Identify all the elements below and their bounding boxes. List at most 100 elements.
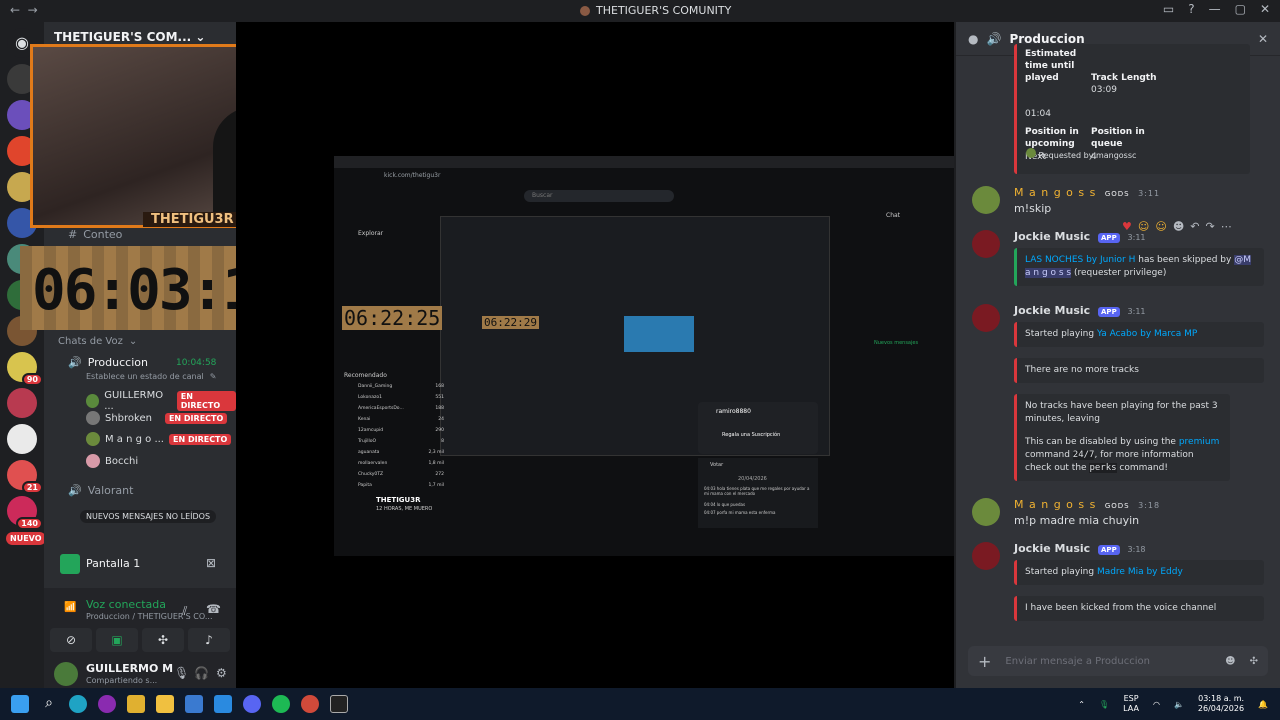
reply-icon[interactable]: ↶ [1190, 220, 1199, 233]
server-icon[interactable] [7, 388, 37, 418]
message-text: m!p madre mia chuyin [1014, 514, 1140, 527]
activities-button[interactable]: ✣ [142, 628, 184, 652]
stream-title: THETIGU3R [376, 496, 421, 504]
screen-share-row[interactable]: Pantalla 1 ⊠ [44, 540, 236, 588]
search-icon[interactable]: ⌕ [40, 695, 58, 713]
channel-produccion[interactable]: 🔊 Produccion 10:04:58 [68, 356, 216, 369]
message-author[interactable]: Jockie Music APP 3:11 [1014, 304, 1146, 317]
avatar[interactable] [972, 304, 1000, 332]
app-icon[interactable] [127, 695, 145, 713]
mail-icon[interactable] [214, 695, 232, 713]
voice-user[interactable]: Shbroken EN DIRECTO [86, 411, 228, 425]
live-badge: EN DIRECTO [176, 391, 236, 411]
hash-icon: # [68, 228, 78, 241]
server-icon[interactable] [7, 424, 37, 454]
clock[interactable]: 03:18 a. m. 26/04/2026 [1198, 694, 1244, 714]
windows-start-icon[interactable] [11, 695, 29, 713]
message-author[interactable]: M a n g o s s GODS 3:18 [1014, 498, 1160, 511]
server-icon[interactable]: 90 [7, 352, 43, 386]
mic-icon[interactable]: 🎙 [1099, 700, 1109, 709]
capcut-icon[interactable] [330, 695, 348, 713]
server-icon[interactable]: 140 [7, 496, 43, 530]
lang-indicator[interactable]: ESP LAA [1123, 694, 1139, 714]
volume-icon[interactable]: 🔈 [1174, 700, 1184, 709]
channel-valorant[interactable]: 🔊 Valorant [68, 484, 133, 497]
browser-tabs [334, 156, 954, 168]
window-title: THETIGUER'S COMUNITY [580, 4, 731, 17]
signal-icon[interactable]: 📶 [64, 602, 76, 613]
mic-icon[interactable]: 🎙 [174, 666, 189, 680]
settings-icon[interactable]: ⚙ [216, 666, 227, 680]
avatar [86, 394, 100, 408]
close-stream-icon[interactable]: ⊠ [206, 556, 216, 570]
add-reaction-icon[interactable]: ☻ [1173, 220, 1184, 233]
stream-view[interactable]: kick.com/thetigu3r Buscar Explorar Recom… [236, 22, 954, 688]
avatar[interactable] [972, 186, 1000, 214]
poll-panel: Votar 20/04/2026 04:03 hola tienes plata… [698, 458, 818, 528]
notification-icon[interactable]: 🔔 [1258, 700, 1268, 709]
speaker-icon: 🔊 [68, 356, 82, 369]
server-icon[interactable]: 21 [7, 460, 43, 494]
inbox-icon[interactable]: ▭ [1163, 2, 1174, 16]
disconnect-icon[interactable]: ☎ [206, 602, 221, 616]
emoji-icon[interactable]: ☺ [1138, 220, 1149, 233]
message-embed: There are no more tracks [1014, 358, 1264, 383]
maximize-button[interactable]: ▢ [1235, 2, 1246, 16]
rec-item: 12amcupid 290 [358, 428, 444, 433]
avatar[interactable] [972, 230, 1000, 258]
message-author[interactable]: M a n g o s s GODS 3:11 [1014, 186, 1160, 199]
title-bar: ← → THETIGUER'S COMUNITY ▭ ? — ▢ ✕ [0, 0, 1280, 22]
user-name[interactable]: GUILLERMO M [86, 662, 173, 675]
category-label: Chats de Voz [58, 336, 123, 347]
chat-panel: ● 🔊 Produccion ✕ Estimated time until pl… [956, 22, 1280, 688]
unread-badge: 140 [16, 517, 43, 530]
folder-icon[interactable] [156, 695, 174, 713]
close-chat-icon[interactable]: ✕ [1258, 32, 1268, 46]
camera-off-button[interactable]: ⊘ [50, 628, 92, 652]
emoji-icon[interactable]: ☻ [1225, 656, 1235, 667]
voice-user-name: M a n g o ... [105, 433, 164, 445]
chrome-icon[interactable] [301, 695, 319, 713]
avatar[interactable] [972, 542, 1000, 570]
minimize-button[interactable]: — [1209, 2, 1221, 16]
voice-user[interactable]: M a n g o ... EN DIRECTO [86, 432, 232, 446]
message-composer[interactable]: + Enviar mensaje a Produccion ☻ ✣ [968, 646, 1268, 676]
voice-user[interactable]: GUILLERMO ... EN DIRECTO [86, 390, 236, 412]
close-button[interactable]: ✕ [1260, 2, 1270, 16]
soundboard-button[interactable]: ♪ [188, 628, 230, 652]
category-voice[interactable]: Chats de Voz ⌄ [58, 336, 137, 347]
app-icon[interactable] [98, 695, 116, 713]
spotify-icon[interactable] [272, 695, 290, 713]
whale-image [624, 316, 694, 352]
apps-icon[interactable]: ✣ [1250, 656, 1258, 667]
more-icon[interactable]: ⋯ [1221, 220, 1232, 233]
nav-arrows[interactable]: ← → [10, 3, 38, 17]
rec-item: mollaervalen 1,8 mil [358, 461, 444, 466]
speaker-icon: 🔊 [986, 31, 1002, 46]
store-icon[interactable] [185, 695, 203, 713]
channel-conteo[interactable]: # Conteo [68, 228, 122, 241]
screen-share-button[interactable]: ▣ [96, 628, 138, 652]
help-icon[interactable]: ? [1188, 2, 1194, 16]
noise-icon[interactable]: ⫽ [182, 604, 187, 619]
discord-icon[interactable] [243, 695, 261, 713]
edge-icon[interactable] [69, 695, 87, 713]
forward-icon[interactable]: ↷ [1206, 220, 1215, 233]
unread-messages-pill[interactable]: NUEVOS MENSAJES NO LEÍDOS [80, 510, 217, 523]
emoji-icon[interactable]: ☺ [1155, 220, 1166, 233]
new-badge[interactable]: NUEVO [6, 532, 46, 545]
chevron-up-icon[interactable]: ⌃ [1078, 700, 1085, 709]
reaction-bar: ♥ ☺ ☺ ☻ ↶ ↷ ⋯ [1122, 220, 1232, 233]
voice-location[interactable]: Produccion / THETIGUER'S CO... [86, 612, 212, 621]
add-icon[interactable]: + [978, 652, 991, 671]
voice-user[interactable]: Bocchi [86, 454, 138, 468]
channel-status-prompt[interactable]: Establece un estado de canal ✎ [86, 372, 216, 381]
voice-user-name: Bocchi [105, 455, 139, 467]
heart-icon[interactable]: ♥ [1122, 220, 1132, 233]
user-avatar[interactable] [54, 662, 78, 686]
message-author[interactable]: Jockie Music APP 3:18 [1014, 542, 1146, 555]
headphones-icon[interactable]: 🎧 [194, 666, 209, 680]
voice-connected-label[interactable]: Voz conectada [86, 598, 166, 611]
wifi-icon[interactable]: ◠ [1153, 700, 1160, 709]
avatar[interactable] [972, 498, 1000, 526]
